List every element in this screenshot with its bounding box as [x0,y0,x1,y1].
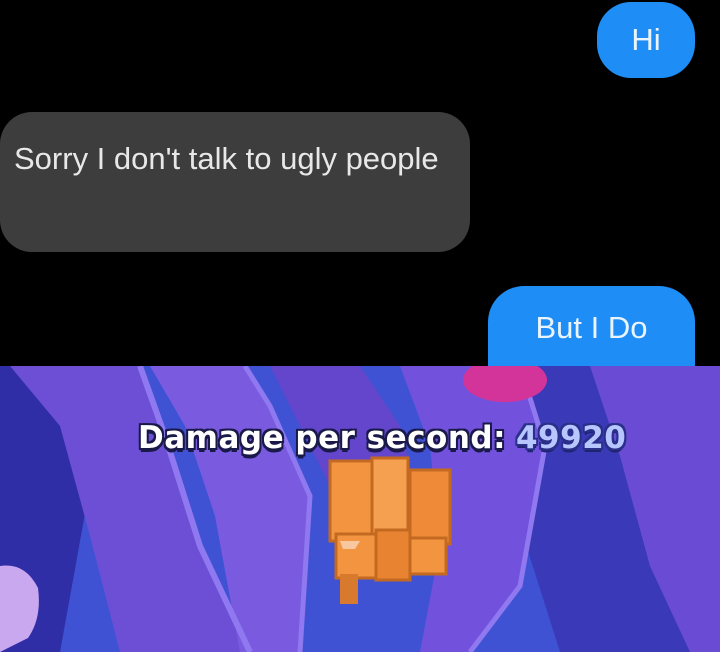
sent-message-bubble[interactable]: Hi [597,2,695,78]
chat-panel: Hi Sorry I don't talk to ugly people But… [0,0,720,366]
damage-per-second-readout: Damage per second: 49920 [138,420,626,456]
game-screenshot: Damage per second: 49920 [0,366,720,652]
dps-label: Damage per second: [138,420,506,456]
received-message-bubble[interactable]: Sorry I don't talk to ugly people [0,112,470,252]
sent-message-bubble[interactable]: But I Do [488,286,695,366]
message-text: Hi [631,22,661,58]
message-text: But I Do [535,310,648,346]
dps-value: 49920 [515,420,627,456]
message-text: Sorry I don't talk to ugly people [14,141,439,176]
game-scene [0,366,720,652]
